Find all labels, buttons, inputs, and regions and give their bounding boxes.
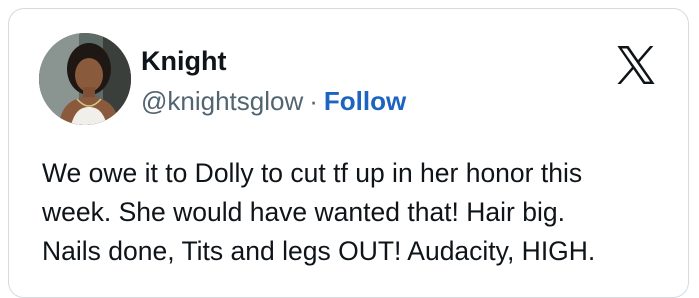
tweet-text-line: Nails done, Tits and legs OUT! Audacity,… [42, 236, 596, 266]
tweet-text-line: We owe it to Dolly to cut tf up in her h… [42, 158, 583, 188]
avatar-photo [39, 33, 131, 125]
avatar[interactable] [39, 33, 131, 125]
tweet-card: Knight @knightsglow · Follow We owe it to … [8, 8, 689, 298]
separator-dot: · [309, 86, 318, 116]
tweet-text: We owe it to Dolly to cut tf up in her h… [42, 154, 682, 271]
tweet-text-line: week. She would have wanted that! Hair b… [42, 197, 565, 227]
author-name[interactable]: Knight [141, 45, 226, 77]
follow-button[interactable]: Follow [324, 86, 406, 116]
x-logo-icon[interactable] [615, 46, 657, 84]
author-handle[interactable]: @knightsglow [141, 86, 303, 116]
author-meta: @knightsglow · Follow [141, 85, 406, 117]
